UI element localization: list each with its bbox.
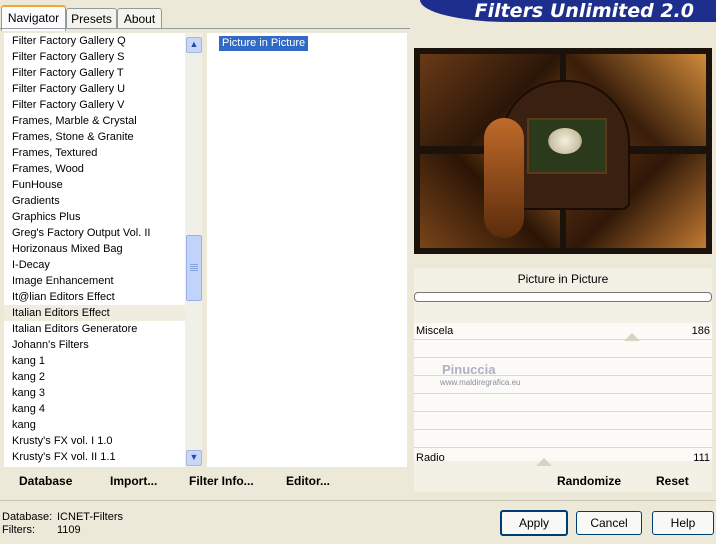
status-filters-label: Filters: bbox=[2, 524, 35, 536]
progress-bar bbox=[414, 292, 712, 302]
category-item[interactable]: Frames, Marble & Crystal bbox=[4, 113, 185, 129]
category-item[interactable]: Filter Factory Gallery V bbox=[4, 97, 185, 113]
preview-image bbox=[414, 48, 712, 254]
category-item[interactable]: Frames, Textured bbox=[4, 145, 185, 161]
param-radio-label: Radio bbox=[416, 452, 445, 464]
category-item[interactable]: Filter Factory Gallery U bbox=[4, 81, 185, 97]
category-item[interactable]: kang 2 bbox=[4, 369, 185, 385]
app-title-banner: Filters Unlimited 2.0 bbox=[420, 0, 716, 22]
category-item[interactable]: Horizonaus Mixed Bag bbox=[4, 241, 185, 257]
filter-info-button[interactable]: Filter Info... bbox=[189, 474, 254, 488]
category-item[interactable]: FunHouse bbox=[4, 177, 185, 193]
category-item[interactable]: Frames, Wood bbox=[4, 161, 185, 177]
category-item[interactable]: Krusty's FX vol. I 1.0 bbox=[4, 433, 185, 449]
category-item[interactable]: Frames, Stone & Granite bbox=[4, 129, 185, 145]
filter-list[interactable]: Picture in Picture bbox=[207, 33, 407, 467]
watermark-url: www.maldiregrafica.eu bbox=[440, 378, 521, 387]
status-database-label: Database: bbox=[2, 511, 53, 523]
radio-slider-thumb[interactable] bbox=[536, 458, 552, 466]
status-filters-value: 1109 bbox=[57, 524, 81, 536]
apply-button[interactable]: Apply bbox=[500, 510, 568, 536]
import-button[interactable]: Import... bbox=[110, 474, 157, 488]
panel-filter-name: Picture in Picture bbox=[517, 272, 609, 286]
category-item[interactable]: Image Enhancement bbox=[4, 273, 185, 289]
category-item[interactable]: Krusty's FX vol. II 1.1 bbox=[4, 449, 185, 465]
category-item[interactable]: Graphics Plus bbox=[4, 209, 185, 225]
tab-presets[interactable]: Presets bbox=[66, 8, 117, 29]
category-item[interactable]: Filter Factory Gallery T bbox=[4, 65, 185, 81]
category-item[interactable]: It@lian Editors Effect bbox=[4, 289, 185, 305]
parameter-panel: Picture in Picture Miscela 186 Pinuccia … bbox=[414, 268, 712, 492]
category-item[interactable]: kang 1 bbox=[4, 353, 185, 369]
editor-button[interactable]: Editor... bbox=[286, 474, 330, 488]
scroll-up-button[interactable]: ▲ bbox=[186, 37, 202, 53]
tab-about[interactable]: About bbox=[117, 8, 162, 29]
filter-item-picture-in-picture[interactable]: Picture in Picture bbox=[219, 36, 309, 51]
category-item[interactable]: Gradients bbox=[4, 193, 185, 209]
param-area bbox=[414, 323, 712, 461]
param-radio-value: 111 bbox=[693, 452, 710, 464]
miscela-slider-thumb[interactable] bbox=[624, 333, 640, 341]
category-list[interactable]: Filter Factory Gallery Q Filter Factory G… bbox=[4, 33, 185, 467]
category-item[interactable]: Filter Factory Gallery S bbox=[4, 49, 185, 65]
category-item[interactable]: Italian Editors Effect bbox=[4, 305, 185, 321]
scroll-thumb[interactable] bbox=[186, 235, 202, 301]
database-button[interactable]: Database bbox=[19, 474, 72, 488]
category-item[interactable]: kang bbox=[4, 417, 185, 433]
param-miscela-value: 186 bbox=[691, 325, 710, 337]
param-miscela-label: Miscela bbox=[416, 325, 454, 337]
footer-divider bbox=[0, 500, 716, 501]
category-item[interactable]: Johann's Filters bbox=[4, 337, 185, 353]
category-item[interactable]: kang 4 bbox=[4, 401, 185, 417]
cancel-button[interactable]: Cancel bbox=[576, 511, 642, 535]
category-item[interactable]: Greg's Factory Output Vol. II bbox=[4, 225, 185, 241]
status-database-value: ICNET-Filters bbox=[57, 511, 123, 523]
randomize-button[interactable]: Randomize bbox=[557, 474, 621, 488]
watermark: Pinuccia bbox=[442, 362, 496, 377]
category-item[interactable]: Filter Factory Gallery Q bbox=[4, 33, 185, 49]
category-item[interactable]: Italian Editors Generatore bbox=[4, 321, 185, 337]
category-item[interactable]: kang 3 bbox=[4, 385, 185, 401]
reset-button[interactable]: Reset bbox=[656, 474, 689, 488]
grip-icon bbox=[190, 264, 198, 265]
help-button[interactable]: Help bbox=[652, 511, 714, 535]
tab-divider bbox=[0, 28, 410, 29]
scroll-down-button[interactable]: ▼ bbox=[186, 450, 202, 466]
category-item[interactable]: I-Decay bbox=[4, 257, 185, 273]
app-title: Filters Unlimited 2.0 bbox=[474, 0, 694, 22]
